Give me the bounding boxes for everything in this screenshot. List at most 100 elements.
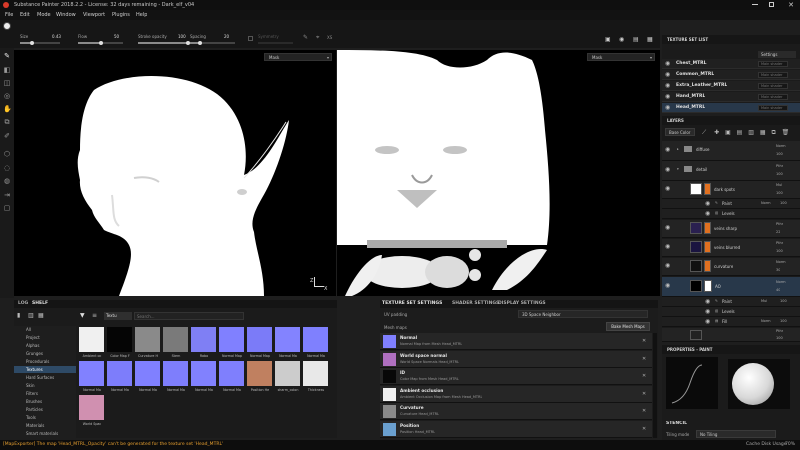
layer-opacity[interactable]: 100 [776,191,783,195]
mesh-map-row[interactable]: Curvature Curvature Head_MTRL ✕ [380,403,652,420]
layer-blend-mode[interactable]: Norm [776,144,786,148]
material-picker-icon[interactable]: ◍ [3,177,11,185]
viewport-3d[interactable]: Mask ▾ Z X [14,50,336,296]
resource-item[interactable]: Normal Ma [78,361,106,394]
add-folder-icon[interactable]: ▣ [725,129,731,136]
projection-icon[interactable]: ◫ [3,79,11,87]
eye-icon[interactable]: ◉ [665,262,670,269]
resource-item[interactable]: Normal Ma [302,327,330,360]
resource-item[interactable]: Ambient oc [78,327,106,360]
eye-icon[interactable]: ◉ [665,71,670,78]
eye-icon[interactable]: ◉ [705,318,710,325]
clone-icon[interactable]: ⧉ [3,118,11,126]
eye-icon[interactable]: ◉ [705,298,710,305]
bake-icon[interactable]: ◌ [3,164,11,172]
display-settings-icon[interactable]: ▦ [647,36,656,43]
resource-item[interactable]: Curvature H [134,327,162,360]
layer-row[interactable]: ◉ veins blurred Pthr 100 [662,239,800,257]
tab-shelf[interactable]: SHELF [32,300,48,308]
remove-map-icon[interactable]: ✕ [642,426,646,432]
mesh-map-row[interactable]: Normal Normal Map from Mesh Head_MTRL ✕ [380,333,652,350]
shelf-search-input[interactable] [134,312,244,320]
add-layer-icon[interactable]: ▥ [748,129,754,136]
category-item-selected[interactable]: Textures [14,366,76,373]
layer-blend-mode[interactable]: Norm [776,280,786,284]
paint-mode-icon[interactable]: ✎ [303,35,309,41]
tab-texture-set-settings[interactable]: TEXTURE SET SETTINGS [382,300,442,308]
layer-row[interactable]: Pthr 100 [662,328,800,342]
remove-map-icon[interactable]: ✕ [642,408,646,414]
symmetry-axis-icon[interactable]: XS [327,35,335,41]
effect-row[interactable]: ◉ ✎ Paint Mul 100 [662,297,800,307]
menu-viewport[interactable]: Viewport [83,10,105,20]
size-value[interactable]: 0.43 [52,34,61,39]
effect-opacity[interactable]: 100 [780,201,787,205]
paint-brush-icon[interactable]: ✎ [3,52,11,60]
close-button[interactable]: ✕ [785,0,797,10]
layer-opacity[interactable]: 100 [776,249,783,253]
tab-display-settings[interactable]: DISPLAY SETTINGS [498,300,546,308]
layer-row[interactable]: ◉ veins sharp Pthr 22 [662,220,800,238]
eraser-icon[interactable]: ◧ [3,66,11,74]
minimize-button[interactable] [752,4,758,5]
layer-blend-mode[interactable]: Pthr [776,241,783,245]
category-item[interactable]: Brushes [14,398,76,405]
funnel-icon[interactable]: ▼ [80,312,85,319]
texture-set-row[interactable]: ◉ Hand_MTRL Main shader [662,92,800,102]
folder-toggle-icon[interactable]: ▾ [677,167,679,171]
resource-item[interactable]: Normal Ma [106,361,134,394]
remove-map-icon[interactable]: ✕ [642,373,646,379]
texture-set-shader[interactable]: Main shader [758,94,788,100]
effect-row[interactable]: ◉ ▤ Fill Norm 100 [662,317,800,327]
category-item[interactable]: Alphas [14,342,76,349]
channel-dropdown[interactable]: Base Color [665,128,695,136]
texture-set-shader[interactable]: Main shader [758,72,788,78]
layer-row[interactable]: ◉ curvature Norm 30 [662,258,800,276]
resource-item[interactable]: Normal Ma [162,361,190,394]
tab-log[interactable]: LOG [18,300,28,308]
export-icon[interactable]: ⇥ [3,191,11,199]
eye-icon[interactable]: ◉ [665,146,670,153]
effect-blend-mode[interactable]: Mul [761,299,767,303]
add-group-icon[interactable]: ▦ [760,129,766,136]
mesh-map-row[interactable]: ID Color Map from Mesh Head_MTRL ✕ [380,368,652,385]
add-fill-layer-icon[interactable]: ▤ [737,129,743,136]
duplicate-icon[interactable]: ⧉ [771,129,775,136]
add-mask-icon[interactable]: ⟋ [702,129,706,136]
layer-opacity[interactable]: 30 [776,268,780,272]
eye-icon[interactable]: ◉ [665,243,670,250]
layer-opacity[interactable]: 100 [776,152,783,156]
layer-blend-mode[interactable]: Pthr [776,329,783,333]
symmetry-icon[interactable] [248,36,253,41]
eye-icon[interactable]: ◉ [705,200,710,207]
category-item[interactable]: Particles [14,406,76,413]
layer-opacity[interactable]: 100 [776,336,783,340]
spacing-slider[interactable] [190,42,235,44]
resource-item[interactable]: Rabo [190,327,218,360]
geometry-decal-icon[interactable]: ◎ [3,92,11,100]
eye-icon[interactable]: ◉ [665,60,670,67]
mesh-map-row[interactable]: Position Position Head_MTRL ✕ [380,420,652,438]
tab-shader-settings[interactable]: SHADER SETTINGS [452,300,499,308]
eye-icon[interactable]: ◉ [665,104,670,111]
flow-value[interactable]: 50 [114,34,119,39]
category-item[interactable]: Materials [14,422,76,429]
effect-row[interactable]: ◉ ▥ Levels [662,307,800,317]
resource-item[interactable]: Thickness [302,361,330,394]
filter-tag[interactable]: Textu [104,312,132,320]
texture-set-shader[interactable]: Main shader [758,105,788,111]
folder-icon[interactable]: ▮ [17,312,20,319]
resource-item[interactable]: Stern [162,327,190,360]
category-item[interactable]: Hard Surfaces [14,374,76,381]
remove-map-icon[interactable]: ✕ [642,391,646,397]
layer-row[interactable]: ◉ ▾ detail Pthr 100 [662,161,800,181]
texture-set-row-selected[interactable]: ◉ Head_MTRL Main shader [662,103,800,113]
eye-icon[interactable]: ◉ [665,166,670,173]
texture-set-shader[interactable]: Main shader [758,83,788,89]
camera-icon[interactable]: ▣ [605,36,614,43]
texture-set-shader[interactable]: Main shader [758,61,788,67]
effect-blend-mode[interactable]: Norm [761,201,771,205]
menu-edit[interactable]: Edit [20,10,30,20]
polygon-fill-icon[interactable]: ⬡ [3,150,11,158]
effect-row[interactable]: ◉ ▥ Levels [662,209,800,219]
